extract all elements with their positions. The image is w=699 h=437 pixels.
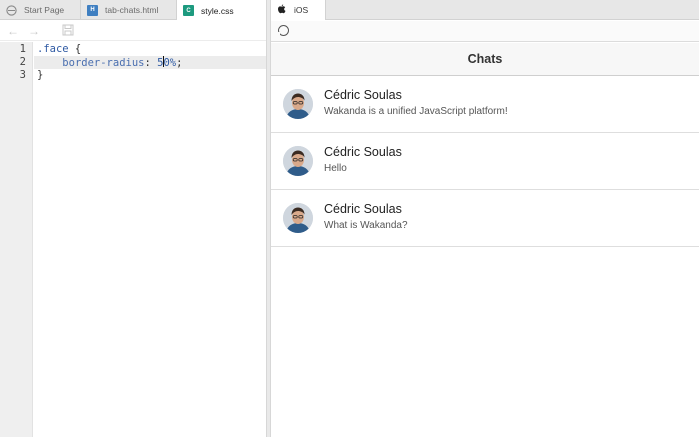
back-arrow-icon[interactable]: ← <box>6 24 20 38</box>
line-number-gutter: 1 2 3 <box>0 42 33 437</box>
start-page-icon <box>6 4 17 16</box>
tab-css-file[interactable]: C style.css <box>177 0 266 21</box>
refresh-icon[interactable] <box>277 25 289 36</box>
preview-tab-bar: iOS <box>271 0 699 20</box>
css-file-icon: C <box>183 5 194 16</box>
editor-toolbar: ← → <box>0 21 266 41</box>
code-area[interactable]: 1 2 3 .face { border-radius: 50%; } <box>0 42 266 437</box>
code-line-1[interactable]: .face { <box>37 43 81 56</box>
line-number: 2 <box>19 56 26 68</box>
line-number: 3 <box>19 69 26 81</box>
chat-contact-name: Cédric Soulas <box>324 88 402 102</box>
html-file-icon: H <box>87 4 98 16</box>
code-line-3[interactable]: } <box>37 69 43 82</box>
open-brace: { <box>68 43 82 55</box>
css-value-part: 0% <box>163 57 177 69</box>
avatar <box>283 89 313 119</box>
forward-arrow-icon[interactable]: → <box>27 24 41 38</box>
preview-toolbar <box>271 21 699 42</box>
preview-pane: iOS Chats Cédric Soulas Wakanda is a uni… <box>271 0 699 437</box>
css-selector: .face <box>37 43 69 55</box>
avatar <box>283 146 313 176</box>
tab-label: Start Page <box>24 5 65 15</box>
avatar <box>283 203 313 233</box>
close-brace: } <box>37 69 44 81</box>
nav-bar-title: Chats <box>271 43 699 76</box>
chat-last-message: What is Wakanda? <box>324 220 408 231</box>
css-property: border-radius <box>62 57 145 69</box>
chat-list-item[interactable]: Cédric Soulas Hello <box>271 133 699 190</box>
colon: : <box>144 57 158 69</box>
chat-last-message: Wakanda is a unified JavaScript platform… <box>324 106 508 117</box>
chat-list: Cédric Soulas Wakanda is a unified JavaS… <box>271 76 699 247</box>
tab-label: style.css <box>201 5 234 16</box>
chat-contact-name: Cédric Soulas <box>324 145 402 159</box>
line-number: 1 <box>19 43 26 55</box>
tab-ios[interactable]: iOS <box>271 0 326 20</box>
tab-label: iOS <box>294 5 309 15</box>
code-editor-pane: Start Page H tab-chats.html C style.css … <box>0 0 266 437</box>
chat-contact-name: Cédric Soulas <box>324 202 402 216</box>
chat-list-item[interactable]: Cédric Soulas What is Wakanda? <box>271 190 699 247</box>
editor-tab-bar: Start Page H tab-chats.html C style.css <box>0 0 266 21</box>
tab-start-page[interactable]: Start Page <box>0 0 81 20</box>
tab-label: tab-chats.html <box>105 5 159 15</box>
save-icon[interactable] <box>61 24 75 38</box>
chat-list-item[interactable]: Cédric Soulas Wakanda is a unified JavaS… <box>271 76 699 133</box>
semicolon: ; <box>176 57 183 69</box>
apple-icon <box>277 4 286 17</box>
tab-html-file[interactable]: H tab-chats.html <box>81 0 177 20</box>
chat-last-message: Hello <box>324 163 347 174</box>
code-line-2[interactable]: border-radius: 50%; <box>37 56 182 69</box>
